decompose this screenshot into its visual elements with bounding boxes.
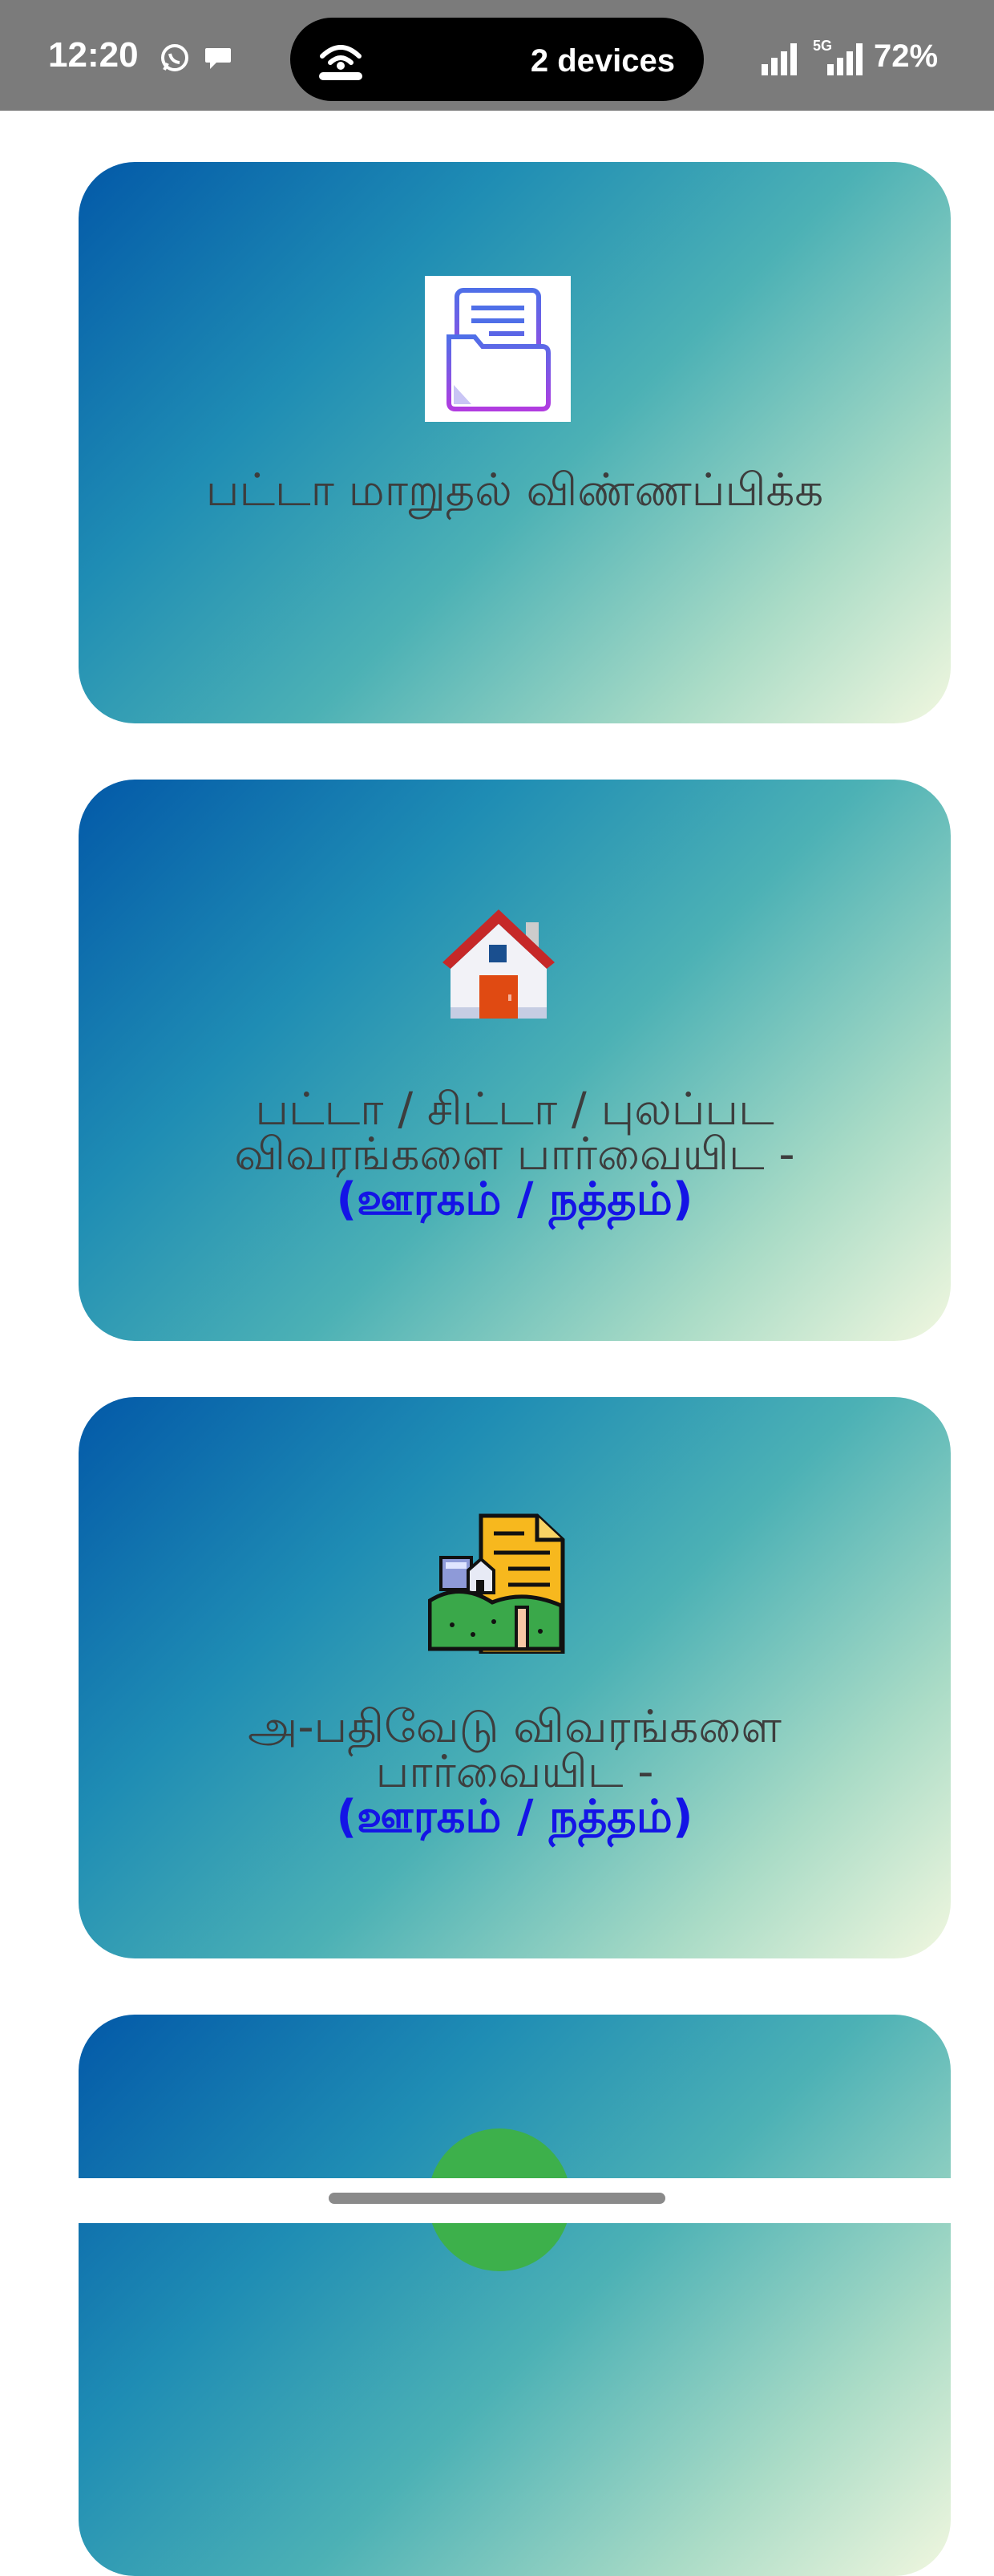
whatsapp-icon [161,44,188,71]
card-label: பட்டா மாறுதல் விண்ணப்பிக்க [111,468,919,513]
hotspot-pill[interactable]: 2 devices [290,18,704,101]
card-line: பட்டா மாறுதல் விண்ணப்பிக்க [205,464,824,516]
card-view-patta-chitta[interactable]: பட்டா / சிட்டா / புலப்பட விவரங்களை பார்வ… [79,780,951,1341]
card-partial[interactable] [79,2015,951,2576]
battery-level: 72% [874,38,939,74]
card-label: பட்டா / சிட்டா / புலப்பட விவரங்களை பார்வ… [111,1088,919,1222]
folder-document-icon [425,276,571,422]
card-line: அ-பதிவேடு விவரங்களை [248,1701,782,1753]
land-record-icon [427,1513,569,1656]
status-time: 12:20 [48,35,139,75]
hotspot-icon [319,45,362,80]
rural-natham-link[interactable]: (ஊரகம் / நத்தம்) [111,1177,919,1222]
card-line: பார்வையிட - [375,1746,654,1798]
house-icon [438,905,560,1027]
rural-natham-link[interactable]: (ஊரகம் / நத்தம்) [111,1795,919,1840]
signal-icon [762,43,797,75]
home-indicator[interactable] [329,2193,665,2204]
card-line: பட்டா / சிட்டா / புலப்பட [255,1083,774,1136]
card-line: விவரங்களை பார்வையிட - [234,1128,795,1181]
hotspot-label: 2 devices [530,43,675,79]
signal-5g-icon [827,43,863,75]
status-bar: 12:20 2 devices 5G 72% [0,0,994,111]
card-apply-patta-transfer[interactable]: பட்டா மாறுதல் விண்ணப்பிக்க [79,162,951,723]
chat-bubble-icon [205,48,231,69]
card-view-a-register[interactable]: அ-பதிவேடு விவரங்களை பார்வையிட - (ஊரகம் /… [79,1397,951,1958]
card-label: அ-பதிவேடு விவரங்களை பார்வையிட - (ஊரகம் /… [111,1705,919,1840]
